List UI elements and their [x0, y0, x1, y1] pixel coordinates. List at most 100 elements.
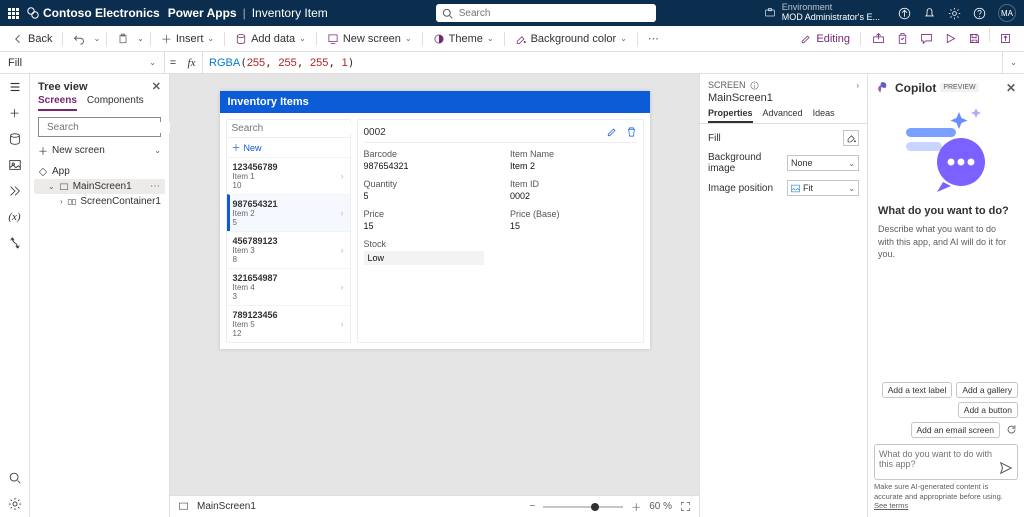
- tree-close-icon[interactable]: ✕: [152, 80, 161, 93]
- copilot-suggestions: Add a text labelAdd a gallery Add a butto…: [868, 376, 1024, 444]
- copilot-chip[interactable]: Add an email screen: [911, 422, 1001, 438]
- tree-view-icon[interactable]: [8, 80, 22, 94]
- app-breadcrumb: Power Apps | Inventory Item: [168, 6, 328, 20]
- save-button[interactable]: [963, 28, 985, 50]
- tab-screens[interactable]: Screens: [38, 95, 77, 111]
- image-icon: [791, 184, 800, 193]
- advanced-tools-icon[interactable]: [8, 236, 22, 250]
- tree-search[interactable]: [38, 117, 161, 137]
- paste-split[interactable]: ⌄: [137, 34, 144, 43]
- app-screen[interactable]: Inventory Items ＋New 123456789Item 110›9…: [220, 91, 650, 349]
- insert-pane-icon[interactable]: ＋: [8, 106, 22, 120]
- refresh-suggestions-icon[interactable]: [1004, 423, 1018, 437]
- environment-picker[interactable]: EnvironmentMOD Administrator's E...: [764, 3, 880, 23]
- org-brand: Contoso Electronics: [27, 6, 160, 20]
- tree-new-screen[interactable]: ＋New screen⌄: [30, 141, 169, 160]
- copilot-chip[interactable]: Add a button: [958, 402, 1018, 418]
- back-button[interactable]: Back: [8, 31, 56, 47]
- tree-view-panel: Tree view✕ Screens Components ＋New scree…: [30, 74, 170, 517]
- footer-screen-name[interactable]: MainScreen1: [197, 501, 256, 512]
- paste-button[interactable]: [113, 31, 133, 47]
- tree-search-input[interactable]: [47, 122, 179, 133]
- app-launcher-icon[interactable]: [8, 8, 19, 19]
- theme-button[interactable]: Theme⌄: [429, 31, 498, 47]
- insert-button[interactable]: ＋Insert⌄: [157, 29, 218, 49]
- overflow-button[interactable]: ⋯: [644, 30, 663, 47]
- settings-icon[interactable]: [948, 7, 961, 20]
- search-pane-icon[interactable]: [8, 471, 22, 485]
- copilot-chip[interactable]: Add a text label: [882, 382, 953, 398]
- tab-advanced[interactable]: Advanced: [763, 108, 803, 123]
- editing-mode[interactable]: Editing: [796, 31, 854, 47]
- new-screen-button[interactable]: New screen⌄: [323, 31, 416, 47]
- prop-bgimage-value[interactable]: None⌄: [787, 155, 859, 171]
- canvas[interactable]: Inventory Items ＋New 123456789Item 110›9…: [170, 74, 699, 495]
- list-search[interactable]: [227, 120, 350, 138]
- tree-node-container[interactable]: ›ScreenContainer1: [34, 194, 165, 209]
- panel-expand-icon[interactable]: ›: [856, 81, 859, 90]
- fx-icon[interactable]: fx: [181, 52, 203, 73]
- send-icon[interactable]: [999, 461, 1013, 475]
- list-search-input[interactable]: [232, 123, 364, 134]
- formula-expand[interactable]: ⌄: [1002, 52, 1024, 73]
- data-pane-icon[interactable]: [8, 132, 22, 146]
- tab-properties[interactable]: Properties: [708, 108, 753, 123]
- tree-node-more-icon[interactable]: ⋯: [150, 181, 161, 192]
- undo-split[interactable]: ⌄: [93, 34, 100, 43]
- comments-button[interactable]: [915, 28, 937, 50]
- app-name[interactable]: Power Apps: [168, 6, 237, 20]
- copilot-close-icon[interactable]: ✕: [1006, 81, 1016, 95]
- preview-button[interactable]: [939, 28, 961, 50]
- prop-imgpos-value[interactable]: Fit⌄: [787, 180, 859, 196]
- media-pane-icon[interactable]: [8, 158, 22, 172]
- environment-icon: [764, 7, 776, 19]
- undo-button[interactable]: [69, 31, 89, 47]
- field-label: Price (Base): [510, 209, 637, 219]
- help-icon[interactable]: [973, 7, 986, 20]
- copilot-input[interactable]: [874, 444, 1018, 480]
- delete-icon[interactable]: [626, 126, 637, 138]
- zoom-slider[interactable]: [543, 506, 623, 508]
- tab-components[interactable]: Components: [87, 95, 144, 111]
- power-automate-icon[interactable]: [8, 184, 22, 198]
- share-button[interactable]: [867, 28, 889, 50]
- prop-fill-value[interactable]: [843, 130, 859, 146]
- settings-pane-icon[interactable]: [8, 497, 22, 511]
- page-name: Inventory Item: [252, 6, 328, 20]
- copilot-chip[interactable]: Add a gallery: [956, 382, 1018, 398]
- fit-screen-icon[interactable]: [680, 501, 691, 512]
- user-avatar[interactable]: MA: [998, 4, 1016, 22]
- copilot-textarea[interactable]: [879, 449, 999, 469]
- publish-icon[interactable]: [898, 7, 911, 20]
- field-label: Stock: [364, 239, 491, 249]
- list-item[interactable]: 789123456Item 512›: [227, 305, 350, 342]
- list-item[interactable]: 123456789Item 110›: [227, 157, 350, 194]
- screen-icon: [178, 501, 189, 512]
- brand-logo-icon: [27, 7, 39, 19]
- add-data-button[interactable]: Add data⌄: [231, 31, 310, 47]
- canvas-area: Inventory Items ＋New 123456789Item 110›9…: [170, 74, 699, 517]
- edit-icon[interactable]: [606, 126, 618, 138]
- list-item[interactable]: 321654987Item 43›: [227, 268, 350, 305]
- app-checker-button[interactable]: [891, 28, 913, 50]
- bg-color-button[interactable]: Background color⌄: [511, 31, 631, 47]
- tree-node-screen[interactable]: ⌄MainScreen1⋯: [34, 179, 165, 194]
- variables-icon[interactable]: (x): [8, 210, 22, 224]
- list-item[interactable]: 987654321Item 25›: [227, 194, 350, 231]
- tab-ideas[interactable]: Ideas: [813, 108, 835, 123]
- global-search-input[interactable]: [459, 8, 650, 19]
- info-icon[interactable]: [750, 81, 759, 90]
- notifications-icon[interactable]: [923, 7, 936, 20]
- list-new-button[interactable]: ＋New: [227, 138, 350, 157]
- field-value: 5: [364, 191, 491, 201]
- tree-node-app[interactable]: App: [34, 164, 165, 179]
- detail-id: 0002: [364, 127, 386, 138]
- zoom-out[interactable]: −: [529, 501, 535, 512]
- formula-input[interactable]: RGBA(255, 255, 255, 1): [203, 56, 354, 69]
- global-search[interactable]: [436, 4, 656, 22]
- zoom-in[interactable]: ＋: [631, 499, 641, 514]
- publish-button[interactable]: [994, 28, 1016, 50]
- property-selector[interactable]: Fill⌄: [0, 52, 165, 74]
- copilot-terms-link[interactable]: See terms: [874, 501, 908, 510]
- list-item[interactable]: 456789123Item 38›: [227, 231, 350, 268]
